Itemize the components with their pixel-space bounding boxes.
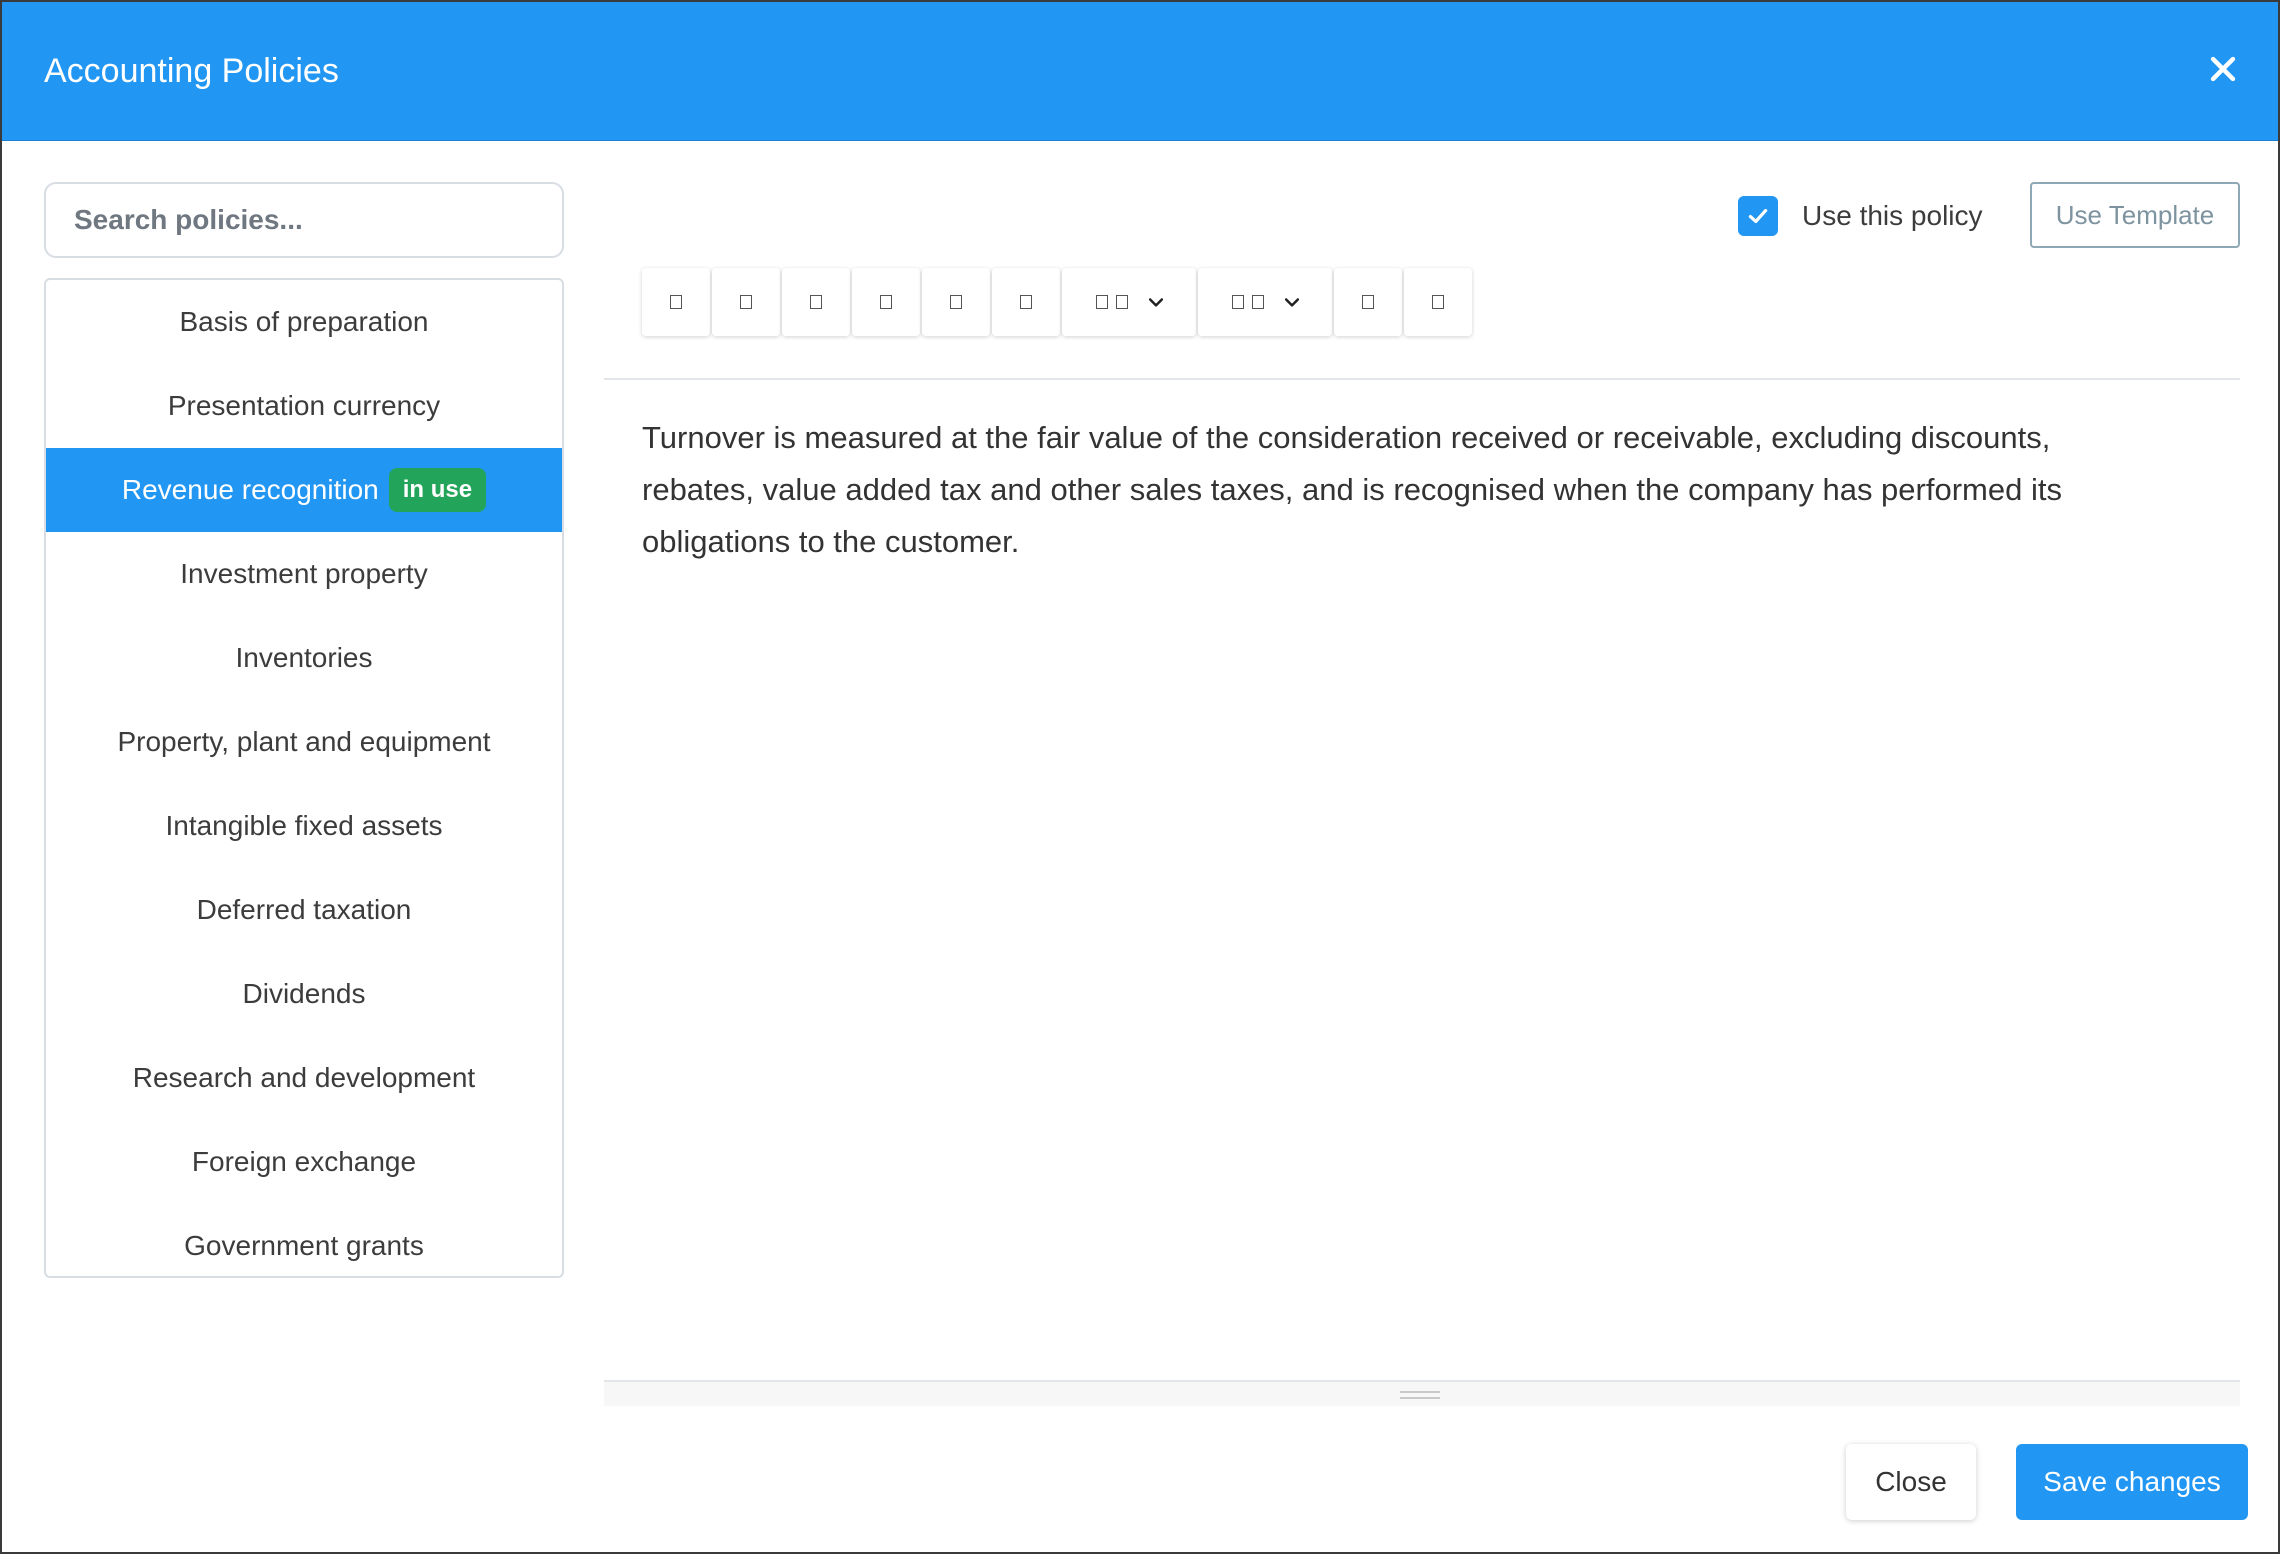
paragraph-style-dropdown[interactable] [1062,268,1196,336]
chevron-down-icon [1148,298,1164,307]
close-button[interactable]: Close [1846,1444,1976,1520]
modal-title: Accounting Policies [44,51,339,90]
align-icon [1232,295,1244,309]
policy-text-editor[interactable]: Turnover is measured at the fair value o… [642,412,2112,568]
search-input[interactable] [44,182,564,258]
policy-item-foreign-exchange[interactable]: Foreign exchange [46,1120,562,1204]
bold-icon[interactable] [642,268,710,336]
policy-item-label: Investment property [180,558,428,589]
policy-item-label: Government grants [184,1230,424,1261]
link-icon[interactable] [1334,268,1402,336]
policy-item-label: Property, plant and equipment [117,726,491,757]
editor-toolbar [642,268,1474,336]
policy-item-label: Revenue recognition [121,474,379,505]
policy-item-intangible-fixed-assets[interactable]: Intangible fixed assets [46,784,562,868]
use-policy-label: Use this policy [1802,200,1983,231]
use-template-button[interactable]: Use Template [2030,182,2240,248]
unordered-list-icon[interactable] [922,268,990,336]
align-dropdown[interactable] [1198,268,1332,336]
policy-item-government-grants[interactable]: Government grants [46,1204,562,1276]
editor-divider [604,378,2240,380]
policy-item-label: Inventories [235,642,373,673]
close-icon[interactable] [2206,52,2240,86]
policy-item-deferred-taxation[interactable]: Deferred taxation [46,868,562,952]
policy-item-label: Deferred taxation [196,894,412,925]
policy-item-dividends[interactable]: Dividends [46,952,562,1036]
policy-item-label: Dividends [242,978,366,1009]
in-use-badge: in use [388,468,487,512]
underline-icon[interactable] [782,268,850,336]
use-policy-toggle[interactable]: Use this policy [1738,196,1983,236]
chevron-down-icon [1284,298,1300,307]
policy-item-label: Basis of preparation [179,306,429,337]
check-icon [1748,208,1768,224]
policy-item-investment-property[interactable]: Investment property [46,532,562,616]
policy-item-label: Intangible fixed assets [165,810,443,841]
policy-list: Basis of preparation Presentation curren… [44,278,564,1278]
save-changes-button[interactable]: Save changes [2016,1444,2248,1520]
paragraph-style-icon [1096,295,1108,309]
modal-header: Accounting Policies [2,2,2278,141]
italic-icon[interactable] [712,268,780,336]
strikethrough-icon[interactable] [852,268,920,336]
policy-item-label: Foreign exchange [191,1146,417,1177]
resize-handle[interactable] [1400,1391,1440,1399]
policy-item-revenue-recognition[interactable]: Revenue recognition in use [46,448,562,532]
editor-statusbar [604,1380,2240,1406]
policy-item-label: Research and development [132,1062,476,1093]
policy-item-property-plant-equipment[interactable]: Property, plant and equipment [46,700,562,784]
policy-item-basis-of-preparation[interactable]: Basis of preparation [46,280,562,364]
policy-item-presentation-currency[interactable]: Presentation currency [46,364,562,448]
policy-item-label: Presentation currency [167,390,441,421]
policy-item-inventories[interactable]: Inventories [46,616,562,700]
policy-item-research-development[interactable]: Research and development [46,1036,562,1120]
use-policy-checkbox[interactable] [1738,196,1778,236]
table-icon[interactable] [1404,268,1472,336]
ordered-list-icon[interactable] [992,268,1060,336]
accounting-policies-modal: Accounting Policies Basis of preparation… [0,0,2280,1554]
